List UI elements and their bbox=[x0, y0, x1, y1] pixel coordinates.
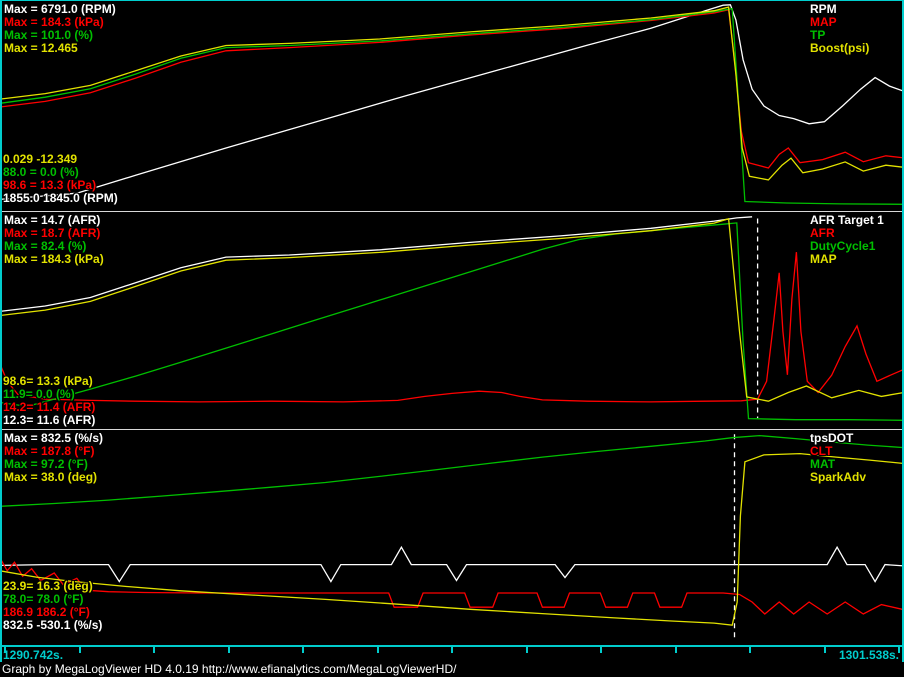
legend-item: MAP bbox=[810, 253, 884, 266]
panel-afr-plot-area bbox=[0, 212, 904, 429]
legend-item: Boost(psi) bbox=[810, 42, 869, 55]
graph-panel-temps[interactable]: Max = 832.5 (%/s)Max = 187.8 (°F)Max = 9… bbox=[0, 430, 904, 645]
graph-panel-afr[interactable]: Max = 14.7 (AFR)Max = 18.7 (AFR)Max = 82… bbox=[0, 212, 904, 429]
panel-rpm-max-labels: Max = 6791.0 (RPM)Max = 184.3 (kPa)Max =… bbox=[4, 3, 116, 55]
trace-rpm bbox=[0, 5, 904, 200]
max-value-label: Max = 38.0 (deg) bbox=[4, 471, 103, 484]
time-axis-tick bbox=[451, 647, 453, 653]
max-value-label: Max = 184.3 (kPa) bbox=[4, 253, 104, 266]
legend-item: SparkAdv bbox=[810, 471, 866, 484]
time-start-label: 1290.742s. bbox=[3, 648, 63, 662]
graph-panel-rpm[interactable]: Max = 6791.0 (RPM)Max = 184.3 (kPa)Max =… bbox=[0, 1, 904, 211]
trace-mat bbox=[0, 436, 904, 507]
megalogviewer-graph-window: Max = 6791.0 (RPM)Max = 184.3 (kPa)Max =… bbox=[0, 0, 904, 677]
trace-afr-target-1 bbox=[0, 217, 752, 312]
time-axis: 1290.742s. 1301.538s. bbox=[0, 645, 904, 662]
panel-rpm-legend: RPMMAPTPBoost(psi) bbox=[810, 3, 869, 55]
trace-dutycycle1 bbox=[0, 223, 904, 420]
time-axis-tick bbox=[749, 647, 751, 653]
trace-map bbox=[0, 219, 904, 402]
panel-temps-plot-area bbox=[0, 430, 904, 645]
trace-sparkadv bbox=[0, 454, 904, 626]
graph-border-top bbox=[0, 0, 904, 1]
time-axis-tick bbox=[600, 647, 602, 653]
time-axis-tick bbox=[824, 647, 826, 653]
footer-credit: Graph by MegaLogViewer HD 4.0.19 http://… bbox=[0, 662, 904, 677]
panel-rpm-plot-area bbox=[0, 1, 904, 211]
panel-temps-cursor-values: 23.9= 16.3 (deg)78.0= 78.0 (°F)186.9 186… bbox=[3, 580, 102, 632]
panel-temps-max-labels: Max = 832.5 (%/s)Max = 187.8 (°F)Max = 9… bbox=[4, 432, 103, 484]
trace-afr bbox=[0, 252, 904, 402]
panel-afr-max-labels: Max = 14.7 (AFR)Max = 18.7 (AFR)Max = 82… bbox=[4, 214, 104, 266]
panel-afr-legend: AFR Target 1AFRDutyCycle1MAP bbox=[810, 214, 884, 266]
time-axis-ticks bbox=[0, 647, 904, 653]
graph-border-left bbox=[0, 0, 2, 662]
cursor-value-label: 1855.0 1845.0 (RPM) bbox=[3, 192, 118, 205]
panel-rpm-cursor-values: 0.029 -12.34988.0 = 0.0 (%)98.6 = 13.3 (… bbox=[3, 153, 118, 205]
cursor-value-label: 12.3= 11.6 (AFR) bbox=[3, 414, 95, 427]
time-axis-tick bbox=[79, 647, 81, 653]
trace-tpsdot bbox=[0, 547, 904, 581]
trace-boost-psi- bbox=[0, 7, 904, 180]
time-axis-tick bbox=[228, 647, 230, 653]
time-end-label: 1301.538s. bbox=[839, 648, 899, 662]
time-axis-tick bbox=[302, 647, 304, 653]
time-axis-tick bbox=[153, 647, 155, 653]
time-axis-tick bbox=[526, 647, 528, 653]
panel-temps-legend: tpsDOTCLTMATSparkAdv bbox=[810, 432, 866, 484]
time-axis-tick bbox=[675, 647, 677, 653]
max-value-label: Max = 12.465 bbox=[4, 42, 116, 55]
time-axis-tick bbox=[377, 647, 379, 653]
panel-afr-cursor-values: 98.6= 13.3 (kPa)11.9= 0.0 (%)14.2= 11.4 … bbox=[3, 375, 95, 427]
trace-clt bbox=[0, 558, 904, 614]
cursor-value-label: 832.5 -530.1 (%/s) bbox=[3, 619, 102, 632]
